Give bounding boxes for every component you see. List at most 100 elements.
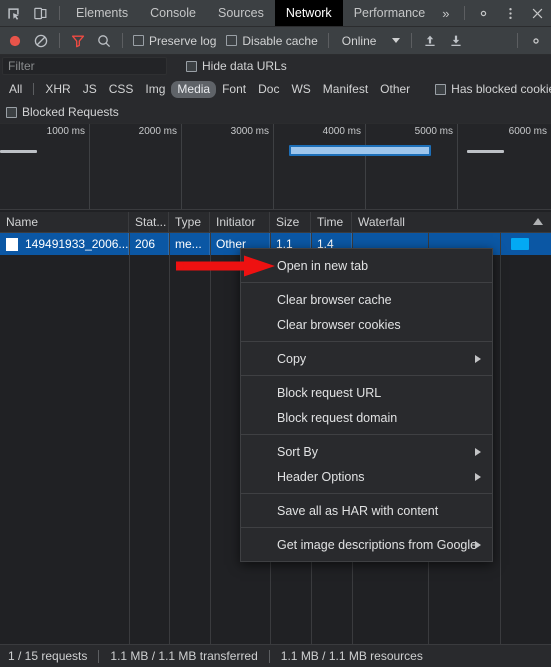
column-guide	[500, 233, 501, 644]
menu-item-copy[interactable]: Copy	[241, 346, 492, 371]
menu-item-save-all-as-har[interactable]: Save all as HAR with content	[241, 498, 492, 523]
column-guide	[129, 233, 130, 644]
menu-item-open-in-new-tab[interactable]: Open in new tab	[241, 253, 492, 278]
menu-item-clear-browser-cache[interactable]: Clear browser cache	[241, 287, 492, 312]
preserve-log-box[interactable]	[133, 35, 144, 46]
network-overview-timeline[interactable]: 1000 ms 2000 ms 3000 ms 4000 ms 5000 ms …	[0, 124, 551, 210]
menu-item-header-options-label: Header Options	[277, 469, 365, 484]
column-guide	[169, 233, 170, 644]
gear-icon[interactable]	[523, 28, 549, 54]
resource-type-filters: All XHR JS CSS Img Media Font Doc WS Man…	[0, 77, 551, 101]
timeline-gridline	[365, 124, 366, 209]
column-header-initiator[interactable]: Initiator	[210, 212, 270, 232]
gear-icon[interactable]	[470, 0, 497, 26]
filter-type-xhr[interactable]: XHR	[39, 81, 76, 98]
tab-console[interactable]: Console	[139, 0, 207, 26]
menu-separator	[241, 493, 492, 494]
hide-data-urls-box[interactable]	[186, 60, 197, 72]
tabbar-divider-right	[464, 6, 465, 20]
devtools-tabbar: Elements Console Sources Network Perform…	[0, 0, 551, 27]
blocked-requests-checkbox[interactable]: Blocked Requests	[6, 105, 124, 119]
cell-name[interactable]: 149491933_2006...	[0, 233, 129, 255]
control-divider-5	[517, 33, 518, 48]
filter-type-css[interactable]: CSS	[103, 81, 140, 98]
blocked-requests-box[interactable]	[6, 106, 17, 118]
menu-separator	[241, 341, 492, 342]
transferred-size: 1.1 MB / 1.1 MB transferred	[110, 649, 258, 663]
device-toolbar-icon[interactable]	[27, 0, 54, 26]
filter-type-js[interactable]: JS	[77, 81, 103, 98]
sort-ascending-icon[interactable]	[533, 218, 543, 225]
filter-type-media[interactable]: Media	[171, 80, 217, 98]
menu-item-header-options[interactable]: Header Options	[241, 464, 492, 489]
filter-type-manifest[interactable]: Manifest	[317, 81, 374, 98]
timeline-gridline	[457, 124, 458, 209]
has-blocked-cookies-checkbox[interactable]: Has blocked cookies	[430, 82, 551, 96]
column-guide	[210, 233, 211, 644]
resources-size: 1.1 MB / 1.1 MB resources	[280, 649, 423, 663]
has-blocked-cookies-box[interactable]	[435, 83, 447, 95]
filter-input[interactable]: Filter	[2, 57, 167, 75]
submenu-arrow-icon	[475, 447, 481, 456]
filter-type-doc[interactable]: Doc	[252, 81, 285, 98]
hide-data-urls-label: Hide data URLs	[202, 59, 287, 73]
blocked-requests-label: Blocked Requests	[22, 105, 119, 119]
close-icon[interactable]	[524, 0, 551, 26]
column-header-size[interactable]: Size	[270, 212, 311, 232]
timeline-gridline	[89, 124, 90, 209]
disable-cache-box[interactable]	[226, 35, 238, 46]
filter-type-ws[interactable]: WS	[285, 81, 316, 98]
inspect-element-icon[interactable]	[0, 0, 27, 26]
timeline-tick-label: 5000 ms	[414, 126, 453, 137]
control-divider-1	[59, 33, 60, 48]
menu-item-clear-browser-cookies[interactable]: Clear browser cookies	[241, 312, 492, 337]
column-header-name[interactable]: Name	[0, 212, 129, 232]
menu-separator	[241, 375, 492, 376]
tab-performance[interactable]: Performance	[343, 0, 437, 26]
waterfall-bar	[511, 238, 529, 250]
timeline-tick-label: 6000 ms	[508, 126, 547, 137]
preserve-log-checkbox[interactable]: Preserve log	[128, 34, 221, 48]
disable-cache-label: Disable cache	[242, 33, 318, 48]
export-har-icon[interactable]	[443, 28, 469, 54]
filter-type-img[interactable]: Img	[139, 81, 171, 98]
import-har-icon[interactable]	[417, 28, 443, 54]
tab-network[interactable]: Network	[274, 0, 343, 26]
column-header-status[interactable]: Stat...	[129, 212, 169, 232]
filter-type-other[interactable]: Other	[374, 81, 416, 98]
cell-status: 206	[129, 233, 169, 255]
clear-icon[interactable]	[28, 28, 54, 54]
submenu-arrow-icon	[475, 472, 481, 481]
menu-item-sort-by[interactable]: Sort By	[241, 439, 492, 464]
menu-item-block-request-url[interactable]: Block request URL	[241, 380, 492, 405]
menu-item-block-request-domain[interactable]: Block request domain	[241, 405, 492, 430]
column-header-time[interactable]: Time	[311, 212, 352, 232]
filter-type-font[interactable]: Font	[216, 81, 252, 98]
timeline-gridline	[273, 124, 274, 209]
menu-item-get-image-descriptions[interactable]: Get image descriptions from Google	[241, 532, 492, 557]
tab-sources[interactable]: Sources	[207, 0, 275, 26]
filter-type-all[interactable]: All	[3, 81, 28, 98]
overview-selection-window[interactable]	[289, 145, 431, 156]
filter-icon[interactable]	[65, 28, 91, 54]
network-filter-bar: Filter Hide data URLs All XHR JS CSS Img…	[0, 55, 551, 124]
menu-item-sort-by-label: Sort By	[277, 444, 318, 459]
throttling-select[interactable]: Online	[334, 34, 407, 48]
more-tabs-button[interactable]: »	[436, 0, 455, 26]
submenu-arrow-icon	[475, 354, 481, 363]
more-vertical-icon[interactable]	[497, 0, 524, 26]
hide-data-urls-checkbox[interactable]: Hide data URLs	[181, 59, 292, 73]
has-blocked-cookies-label: Has blocked cookies	[451, 82, 551, 96]
control-divider-2	[122, 33, 123, 48]
cell-type: me...	[169, 233, 210, 255]
preserve-log-label: Preserve log	[149, 33, 217, 48]
disable-cache-checkbox[interactable]: Disable cache	[221, 34, 322, 48]
footer-divider	[98, 649, 100, 663]
column-header-waterfall[interactable]: Waterfall	[352, 212, 551, 232]
column-header-type[interactable]: Type	[169, 212, 210, 232]
record-icon[interactable]	[2, 28, 28, 54]
search-icon[interactable]	[91, 28, 117, 54]
request-name: 149491933_2006...	[25, 237, 129, 251]
tab-elements[interactable]: Elements	[65, 0, 139, 26]
menu-item-copy-label: Copy	[277, 351, 307, 366]
